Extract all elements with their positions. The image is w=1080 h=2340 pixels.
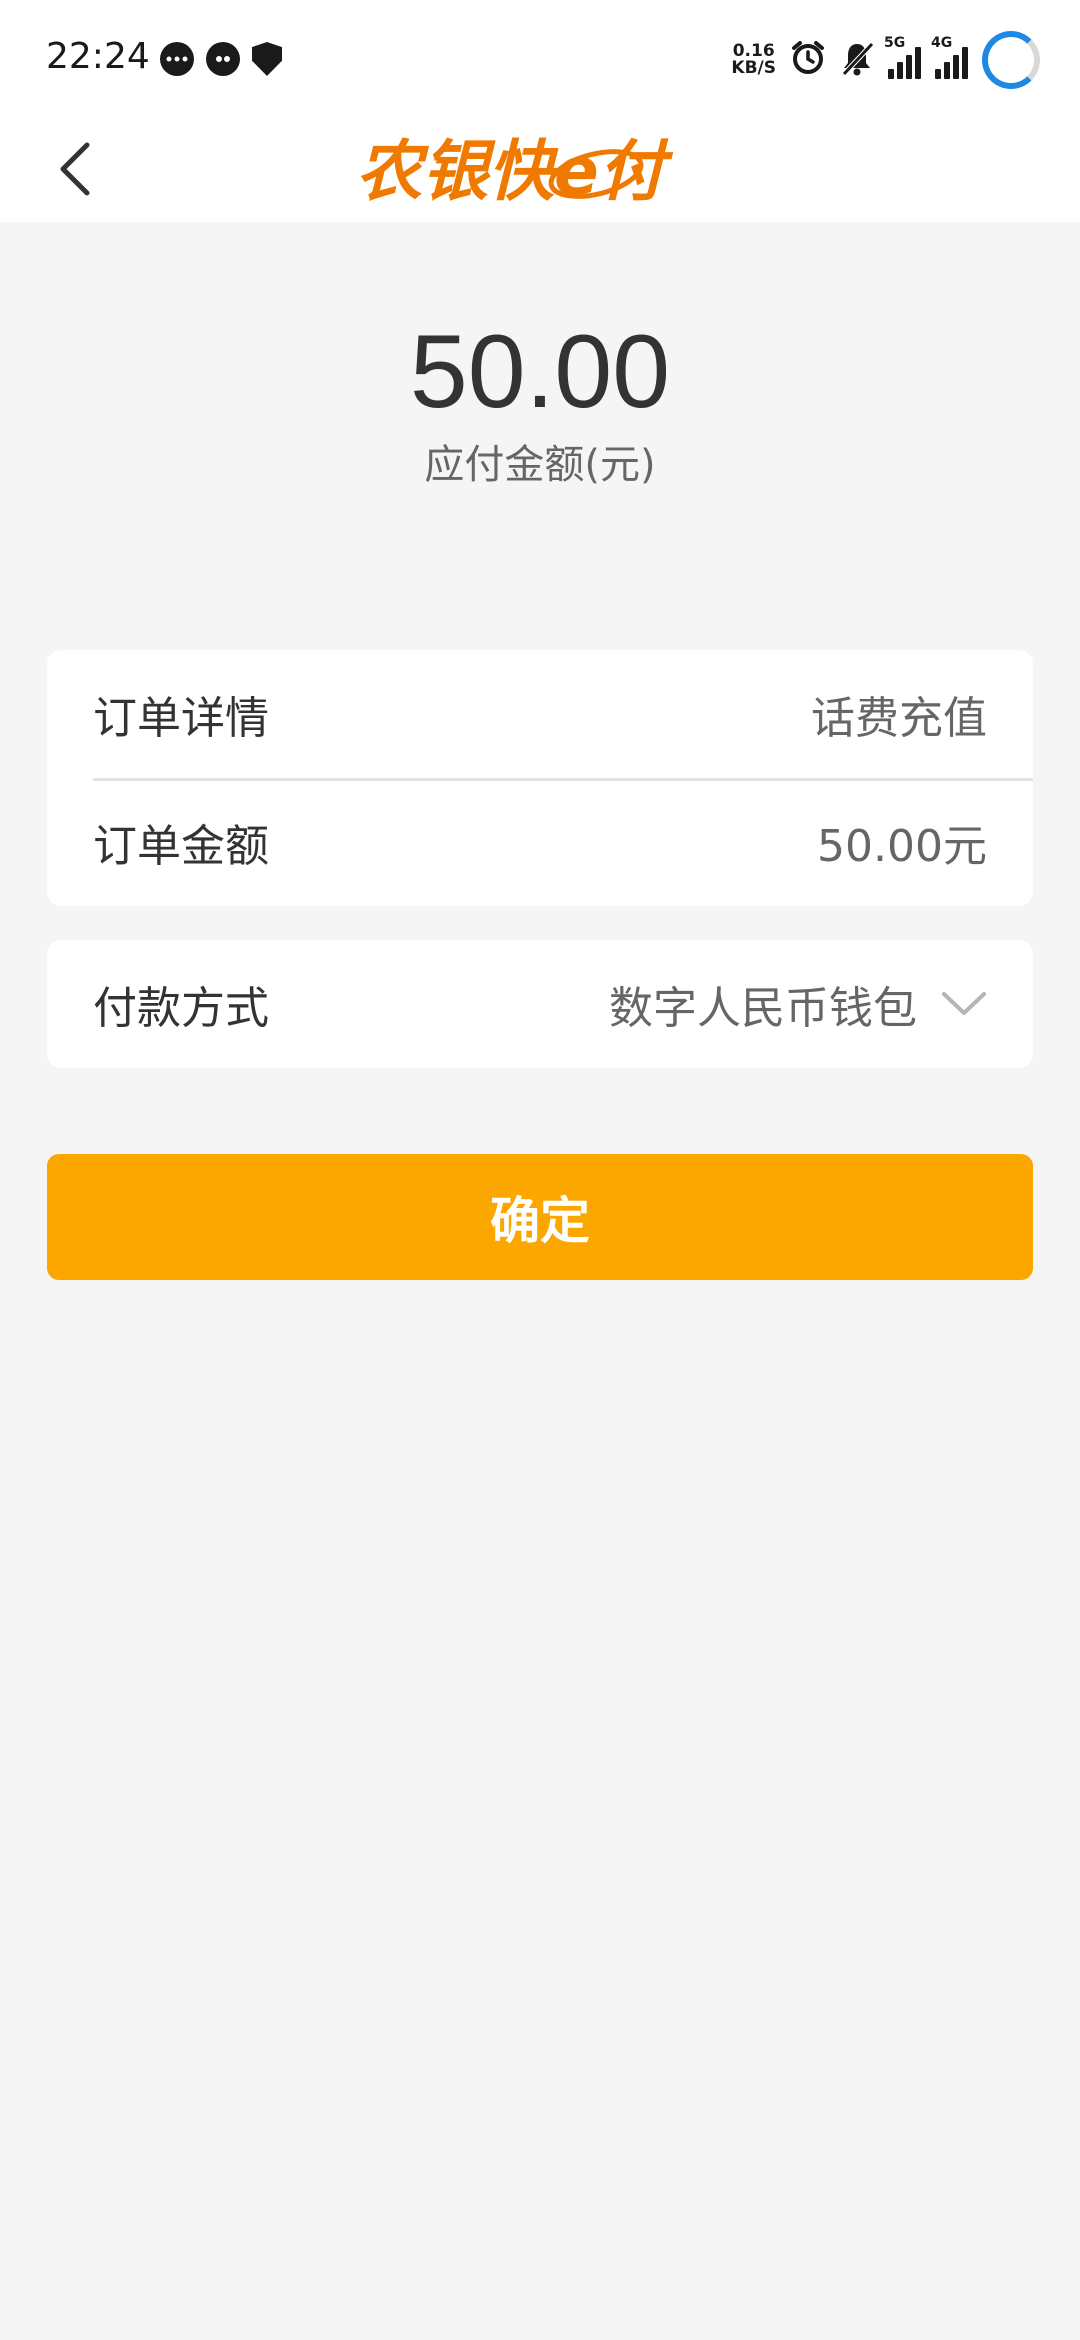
loading-ring-icon (982, 31, 1040, 89)
signal-5g-tag: 5G (884, 35, 906, 51)
chevron-left-icon (60, 142, 90, 196)
signal-icon: 5G (884, 35, 921, 79)
payment-method-selector[interactable]: 付款方式 数字人民币钱包 (47, 940, 1033, 1068)
order-amount-value: 50.00元 (817, 821, 987, 872)
payment-method-value-group: 数字人民币钱包 (609, 972, 987, 1036)
signal-4g-tag: 4G (931, 35, 953, 51)
system-status-icons: 0.16 KB/S 5G 4G (731, 24, 1040, 96)
order-amount-label: 订单金额 (93, 821, 269, 872)
status-bar: 22:24 0.16 KB/S 5G 4G (0, 0, 1080, 120)
network-speed-unit: KB/S (731, 58, 776, 78)
yuan-shield-icon (252, 42, 282, 76)
order-card: 订单详情 话费充值 订单金额 50.00元 (47, 650, 1033, 906)
mute-bell-icon (840, 40, 874, 80)
back-button[interactable] (40, 134, 110, 204)
alarm-icon (790, 40, 826, 80)
order-detail-label: 订单详情 (93, 693, 269, 744)
order-amount-row: 订单金额 50.00元 (47, 778, 1033, 906)
payment-method-label: 付款方式 (93, 983, 269, 1034)
chevron-down-icon (941, 981, 987, 1027)
payable-amount-label: 应付金额(元) (424, 442, 656, 488)
payment-method-value: 数字人民币钱包 (609, 983, 917, 1034)
network-speed: 0.16 KB/S (731, 43, 776, 77)
payable-amount: 50.00 (409, 314, 671, 430)
notification-icons (160, 42, 282, 76)
message-icon (206, 42, 240, 76)
status-time: 22:24 (46, 36, 150, 77)
payment-method-card: 付款方式 数字人民币钱包 (47, 940, 1033, 1068)
order-detail-row: 订单详情 话费充值 (47, 650, 1033, 778)
chat-bubble-icon (160, 42, 194, 76)
logo-text: 农银快e付 (356, 133, 674, 210)
confirm-button[interactable]: 确定 (47, 1154, 1033, 1280)
app-header: 农银快e付 (0, 120, 1080, 222)
order-detail-value: 话费充值 (811, 693, 987, 744)
abc-quick-pay-logo: 农银快e付 (350, 124, 730, 212)
signal-icon: 4G (931, 35, 968, 79)
